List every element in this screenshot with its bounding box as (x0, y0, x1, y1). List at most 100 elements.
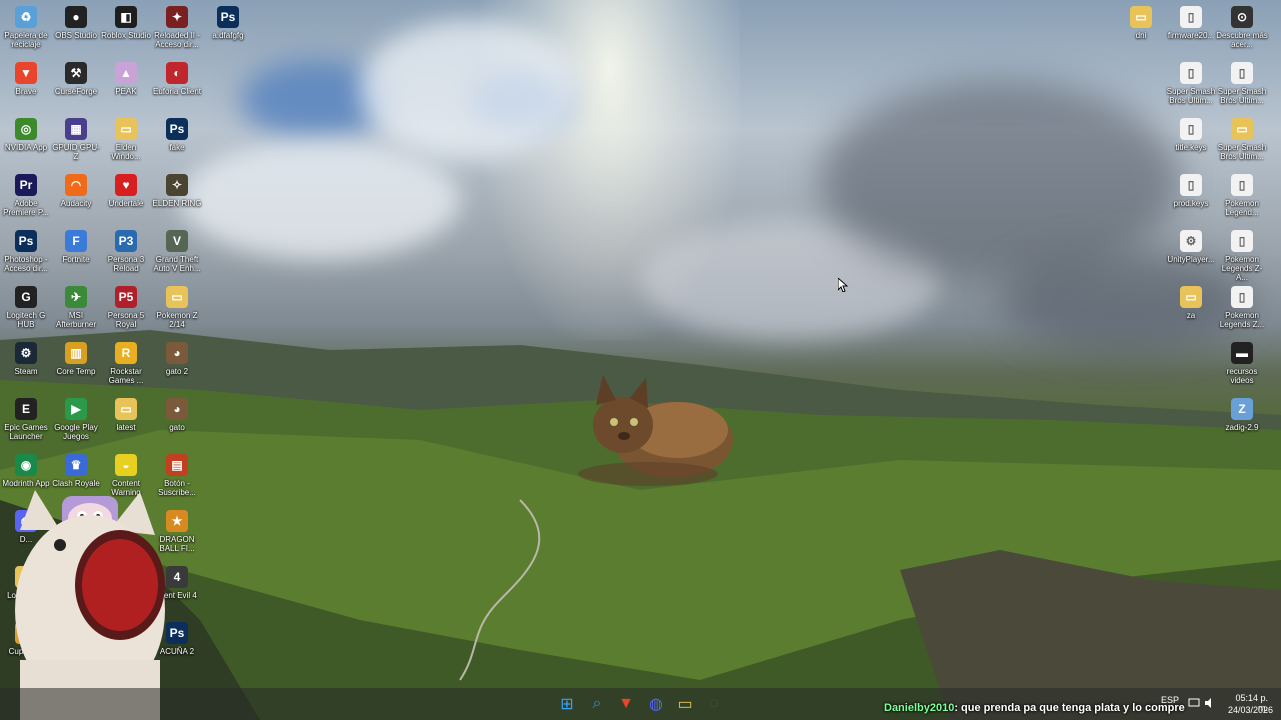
file-icon: ▯ (1180, 62, 1202, 84)
language-indicator[interactable]: ESP (1161, 695, 1179, 705)
desktop-icon[interactable]: Zzadig-2.9 (1216, 398, 1268, 432)
desktop-icon[interactable]: P5 Persona 5 Royal (100, 286, 152, 329)
folder-icon: ▭ (1180, 286, 1202, 308)
desktop-icon-label: Descubre más acer... (1216, 31, 1268, 49)
desktop-icon[interactable]: ▯ title.keys (1165, 118, 1217, 152)
desktop-icon[interactable]: ◐ Euforia Client (151, 62, 203, 96)
brave-icon: ▼ (15, 62, 37, 84)
folder-icon: ▭ (677, 696, 693, 713)
desktop-icon[interactable]: Ps fake (151, 118, 203, 152)
volume-icon[interactable] (1204, 698, 1216, 708)
desktop-icon[interactable]: ♥ Undertale (100, 174, 152, 208)
afterburner-icon: ✈ (65, 286, 87, 308)
desktop-icon[interactable]: ▼ Brave (0, 62, 52, 96)
premiere-icon: Pr (15, 174, 37, 196)
folder-icon: ▬ (1231, 342, 1253, 364)
desktop-icon[interactable]: ✧ ELDEN RING (151, 174, 203, 208)
desktop-icon[interactable]: ▯ Pokemon Legend... (1216, 174, 1268, 217)
desktop-icon-label: Euforia Client (152, 87, 202, 96)
desktop-icon[interactable]: ◕ gato (151, 398, 203, 432)
desktop-icon[interactable]: ▥ Core Temp (50, 342, 102, 376)
start-button[interactable]: ⊞ (557, 694, 577, 714)
desktop-icon-label: GPUID GPU-Z (52, 143, 100, 161)
desktop-icon[interactable]: V Grand Theft Auto V Enh... (151, 230, 203, 273)
desktop-icon[interactable]: E Epic Games Launcher (0, 398, 52, 441)
clock-date[interactable]: 24/03/2026 (1228, 705, 1273, 715)
desktop-icon[interactable]: ▬ recursos videos (1216, 342, 1268, 385)
desktop-icon[interactable]: ◎ NVIDIA App (0, 118, 52, 152)
wallpaper-cloud (180, 140, 460, 260)
photoshop-file-icon: Ps (166, 118, 188, 140)
search-button[interactable]: ⌕ (587, 694, 607, 714)
gta-icon: V (166, 230, 188, 252)
file-explorer-button[interactable]: ▭ (675, 694, 695, 714)
desktop-icon[interactable]: Ps a.dfafgfg (202, 6, 254, 40)
desktop-icon-label: gato (169, 423, 185, 432)
desktop-icon[interactable]: ▭ Pokemon Z 2/14 (151, 286, 203, 329)
desktop-icon-label: Elden Windo... (111, 143, 141, 161)
desktop-icon-label: za (1186, 311, 1196, 320)
mouse-cursor-icon (838, 278, 848, 292)
desktop-icon-label: gato 2 (165, 367, 189, 376)
desktop-icon[interactable]: ♻ Papelera de reciclaje (0, 6, 52, 49)
desktop-icon[interactable]: ▭ Super Smash Bros Ultim... (1216, 118, 1268, 161)
desktop-icon[interactable]: ◧ Roblox Studio (100, 6, 152, 40)
desktop-icon-label: Audacity (60, 199, 92, 208)
desktop-icon[interactable]: ▯ Pokemon Legends Z... (1216, 286, 1268, 329)
desktop-icon[interactable]: ▭ latest (100, 398, 152, 432)
desktop-icon[interactable]: ⚙ Steam (0, 342, 52, 376)
desktop-icon-label: Undertale (108, 199, 144, 208)
desktop-icon[interactable]: ⚙ UnityPlayer... (1165, 230, 1217, 264)
core-temp-icon: ▥ (65, 342, 87, 364)
desktop-icon[interactable]: ▲ PEAK (100, 62, 152, 96)
brave-taskbar-button[interactable]: ▼ (616, 694, 636, 714)
desktop-icon[interactable]: ▦ GPUID GPU-Z (50, 118, 102, 161)
desktop-icon[interactable]: ⚒ CurseForge (50, 62, 102, 96)
desktop-icon[interactable]: G Logitech G HUB (0, 286, 52, 329)
desktop-icon[interactable]: ◕ gato 2 (151, 342, 203, 376)
desktop-icon[interactable]: P3 Persona 3 Reload (100, 230, 152, 273)
desktop-icon-label: zadig-2.9 (1225, 423, 1259, 432)
desktop-icon[interactable]: ▭ Elden Windo... (100, 118, 152, 161)
desktop-icon[interactable]: ▭ za (1165, 286, 1217, 320)
desktop-icon-label: Pokemon Z 2/14 (156, 311, 198, 329)
audacity-icon: ◠ (65, 174, 87, 196)
desktop-icon[interactable]: ♛ Clash Royale (50, 454, 102, 488)
desktop-icon[interactable]: ▯ Super Smash Bros Ultim... (1216, 62, 1268, 105)
desktop-icon[interactable]: ▯ prod.keys (1165, 174, 1217, 208)
network-icon[interactable] (1188, 698, 1200, 708)
desktop-icon[interactable]: ▯ firmware20... (1165, 6, 1217, 40)
photoshop-icon: Ps (15, 230, 37, 252)
desktop-icon[interactable]: R Rockstar Games ... (100, 342, 152, 385)
pop-cat-overlay (15, 490, 165, 720)
desktop-icon[interactable]: Pr Adobe Premiere P... (0, 174, 52, 217)
desktop-icon[interactable]: ◠ Audacity (50, 174, 102, 208)
curseforge-icon: ⚒ (65, 62, 87, 84)
desktop-icon[interactable]: ▯ Super Smash Bros Ultim... (1165, 62, 1217, 105)
desktop-icon-label: dni (1135, 31, 1147, 40)
discord-taskbar-button[interactable]: ◍ (646, 694, 666, 714)
reloaded-icon: ✦ (166, 6, 188, 28)
zadig-icon: Z (1231, 398, 1253, 420)
desktop-icon[interactable]: ▭ dni (1115, 6, 1167, 40)
desktop-icon-label: Modrinth App (2, 479, 50, 488)
desktop-icon[interactable]: ▯ Pokemon Legends Z-A... (1216, 230, 1268, 282)
windows-icon: ⊞ (560, 696, 574, 713)
desktop-icon[interactable]: ✦ Reloaded II - Acceso dir... (151, 6, 203, 49)
desktop-icon-label: Super Smash Bros Ultim... (1166, 87, 1216, 105)
desktop-icon[interactable]: ● OBS Studio (50, 6, 102, 40)
search-icon: ⌕ (592, 695, 602, 712)
desktop-icon[interactable]: ▶ Google Play Juegos (50, 398, 102, 441)
folder-icon: ▭ (1130, 6, 1152, 28)
desktop-icon[interactable]: F Fortnite (50, 230, 102, 264)
desktop-icon[interactable]: Ps Photoshop - Acceso dir... (0, 230, 52, 273)
settings-taskbar-button[interactable]: ◌ (704, 694, 724, 714)
desktop-icon-label: ELDEN RING (152, 199, 202, 208)
desktop-icon[interactable]: ⊙ Descubre más acer... (1216, 6, 1268, 49)
desktop-icon-label: Google Play Juegos (54, 423, 98, 441)
desktop-icon-label: latest (116, 423, 136, 432)
brave-icon: ▼ (618, 695, 634, 712)
desktop-icon[interactable]: ◉ Modrinth App (0, 454, 52, 488)
desktop-icon[interactable]: ✈ MSI Afterburner (50, 286, 102, 329)
folder-icon: ▭ (115, 118, 137, 140)
